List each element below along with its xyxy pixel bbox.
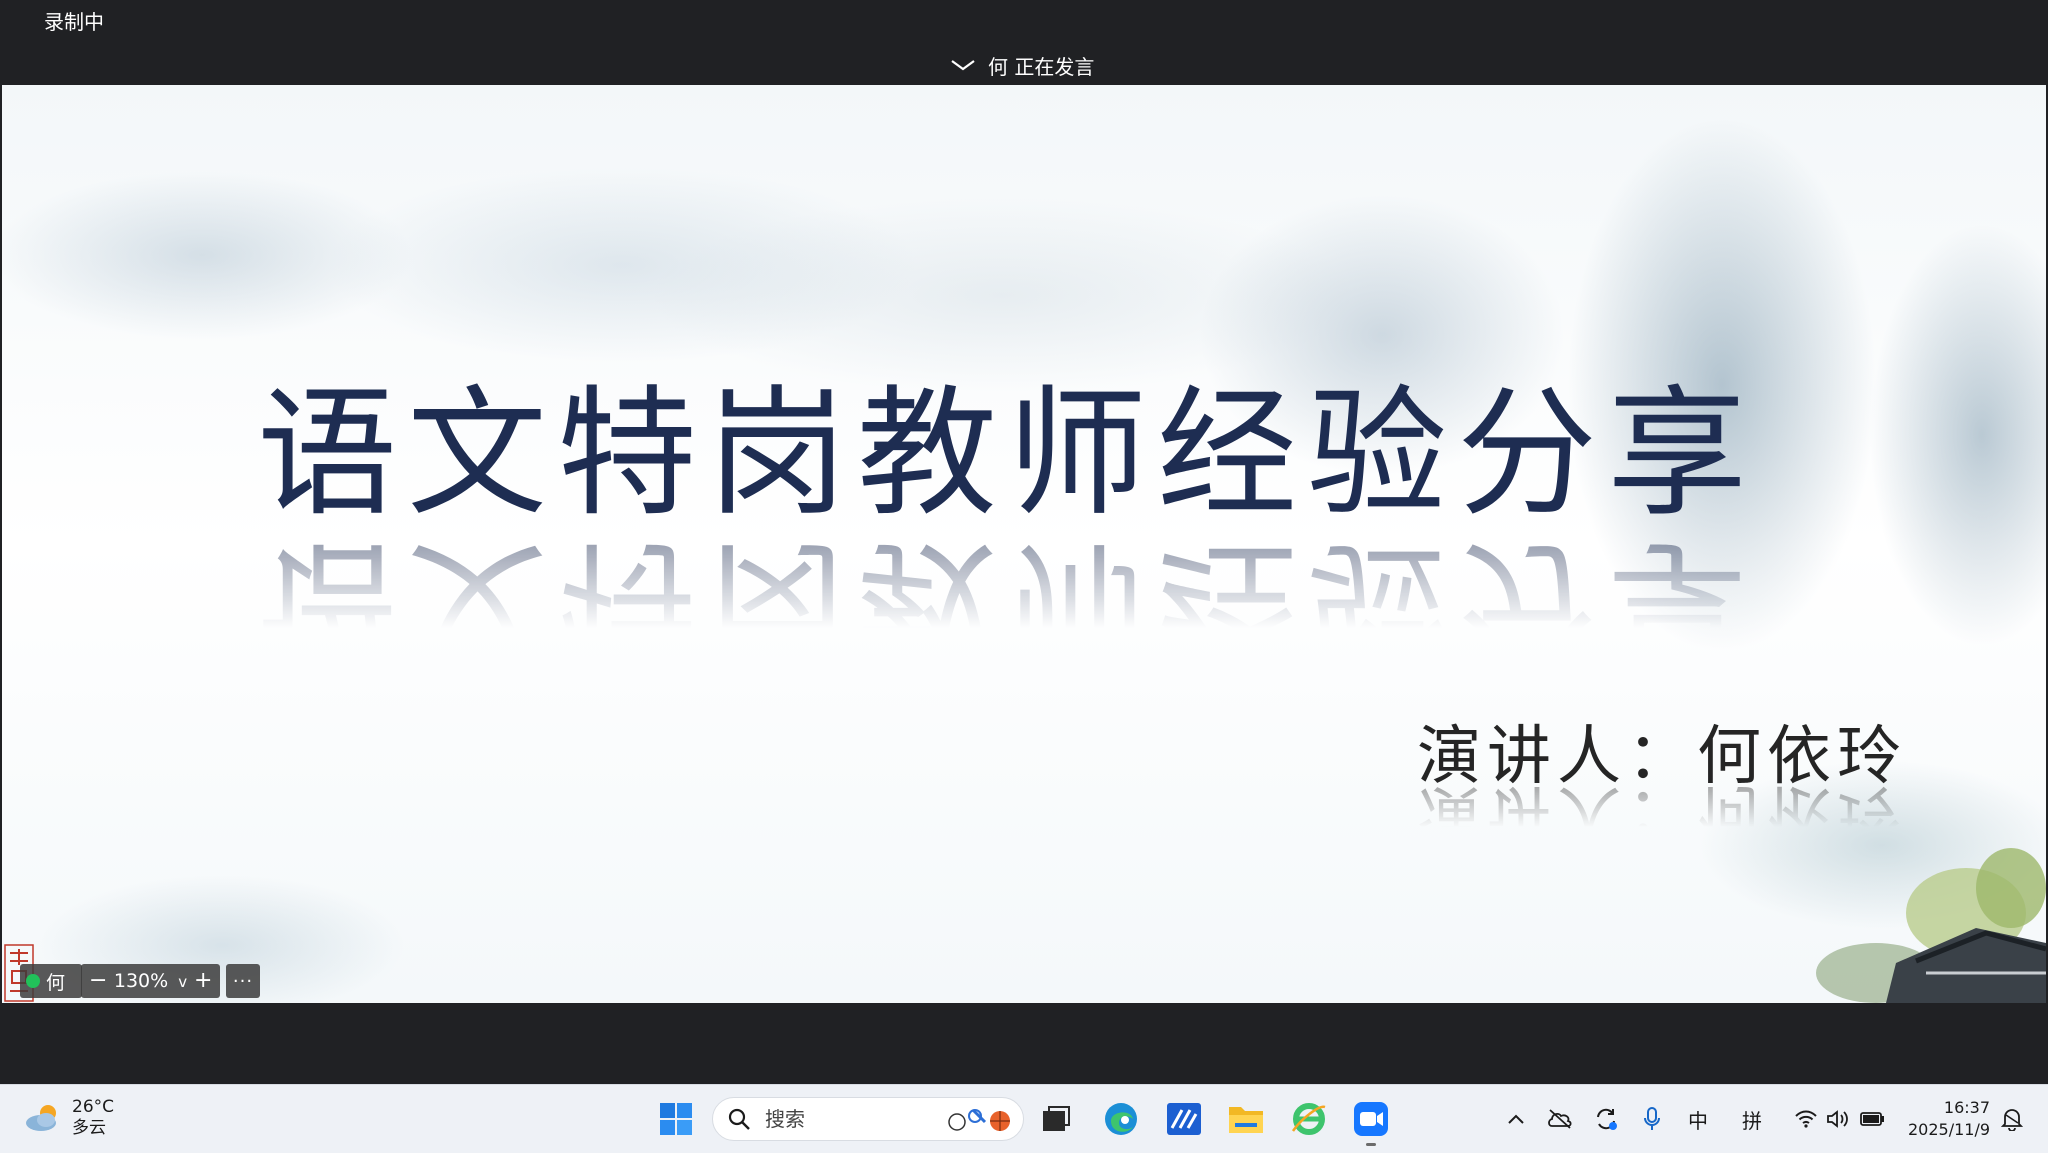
participant-name: 何	[46, 971, 66, 994]
taskbar-search[interactable]	[712, 1097, 1024, 1141]
ie-browser-button[interactable]	[1289, 1099, 1329, 1139]
active-app-indicator	[1366, 1143, 1376, 1146]
battery-button[interactable]	[1858, 1103, 1888, 1135]
file-explorer-icon	[1229, 1107, 1263, 1133]
search-highlight-sports-icon	[948, 1108, 1010, 1131]
show-hidden-icons-button[interactable]	[1504, 1103, 1528, 1135]
slide-speaker-line: 演讲人：何依玲	[1417, 720, 1907, 794]
sync-icon	[1597, 1108, 1617, 1130]
wifi-icon	[1795, 1110, 1817, 1128]
ie-browser-icon	[1291, 1103, 1326, 1135]
whiteboard-app-button[interactable]	[1164, 1099, 1204, 1139]
taskbar-clock[interactable]: 16:37 2025/11/9	[1908, 1097, 1990, 1141]
zoom-level-value: 130%	[113, 970, 169, 992]
chevron-down-icon[interactable]	[950, 58, 976, 72]
search-input[interactable]	[763, 1106, 937, 1132]
edge-browser-button[interactable]	[1101, 1099, 1141, 1139]
zoom-in-button[interactable]: +	[194, 970, 212, 992]
mic-active-icon	[26, 974, 40, 988]
microphone-icon	[1644, 1107, 1660, 1130]
edge-icon	[1105, 1103, 1137, 1135]
weather-widget[interactable]: 26°C 多云	[24, 1097, 114, 1139]
ime-mode-button[interactable]: 中	[1684, 1103, 1712, 1135]
active-speaker-bar[interactable]: 何 正在发言	[950, 50, 1094, 80]
search-icon	[728, 1108, 750, 1130]
onedrive-button[interactable]	[1546, 1103, 1574, 1135]
ime-layout-button[interactable]: 拼	[1738, 1103, 1766, 1135]
zoom-level-select[interactable]: 130% v	[114, 970, 187, 992]
more-options-button[interactable]: ···	[226, 964, 260, 998]
shared-screen-slide: 语文特岗教师经验分享 语文特岗教师经验分享 演讲人：何依玲 演讲人：何依玲	[2, 85, 2046, 1003]
weather-temperature: 26°C	[72, 1097, 115, 1117]
wifi-button[interactable]	[1792, 1103, 1820, 1135]
battery-charging-icon	[1860, 1112, 1884, 1126]
microphone-button[interactable]	[1640, 1103, 1664, 1135]
sync-status-button[interactable]	[1592, 1103, 1620, 1135]
cloud-off-icon	[1548, 1109, 1572, 1129]
speaker-status-text: 何 正在发言	[988, 54, 1095, 79]
zoom-out-button[interactable]: −	[89, 970, 107, 992]
chevron-up-icon	[1508, 1114, 1524, 1124]
zoom-dropdown-icon: v	[178, 973, 188, 991]
task-view-button[interactable]	[1036, 1099, 1076, 1139]
meeting-app-button[interactable]	[1351, 1099, 1391, 1139]
weather-condition: 多云	[72, 1118, 106, 1138]
slide-title-reflection: 语文特岗教师经验分享	[257, 522, 1758, 685]
file-explorer-button[interactable]	[1226, 1099, 1266, 1139]
start-button[interactable]	[656, 1099, 696, 1139]
meeting-app-icon	[1354, 1102, 1388, 1136]
speaker-volume-icon	[1827, 1110, 1848, 1128]
recording-status: 录制中	[44, 10, 104, 34]
windows-start-icon	[660, 1103, 692, 1135]
pavilion-painting-decoration	[1816, 848, 2046, 1003]
task-view-icon	[1043, 1106, 1070, 1131]
notifications-button[interactable]	[2000, 1103, 2024, 1135]
participant-name-tag[interactable]: 何	[20, 964, 82, 998]
cloud-sun-icon	[26, 1105, 56, 1131]
clock-date: 2025/11/9	[1908, 1120, 1991, 1139]
zoom-control: − 130% v +	[81, 964, 220, 998]
volume-button[interactable]	[1824, 1103, 1852, 1135]
clock-time: 16:37	[1943, 1098, 1990, 1117]
whiteboard-app-icon	[1167, 1103, 1201, 1135]
slide-title: 语文特岗教师经验分享	[257, 373, 1758, 536]
notification-bell-icon	[2001, 1109, 2023, 1131]
windows-taskbar: 26°C 多云 搜索 中 拼 16:37 2025/11/9	[0, 1084, 2048, 1153]
